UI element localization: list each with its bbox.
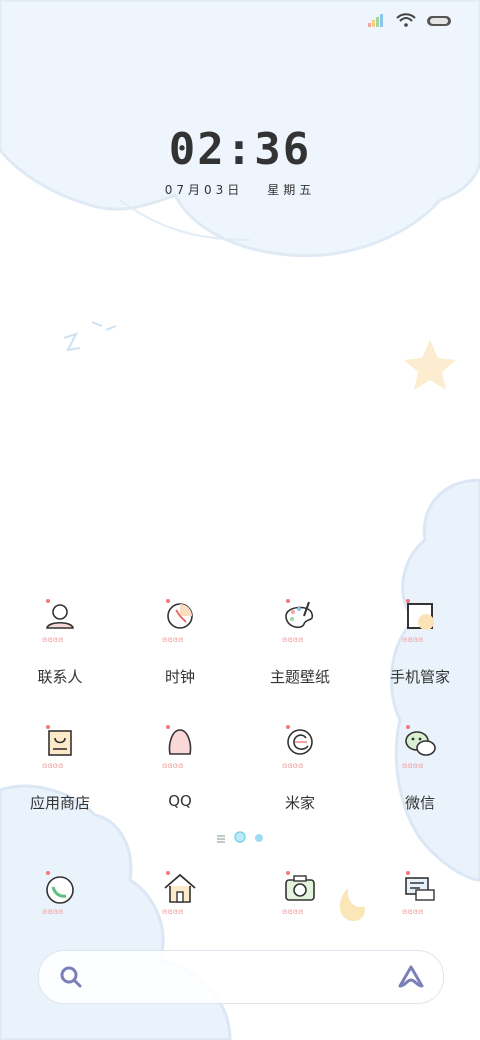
app-label: 手机管家 (389, 668, 450, 686)
page-dot (254, 828, 264, 847)
app-row-2: ɞɞɞɞ 应用商店 ɞɞɞɞ QQ ɞɞɞɞ 米家 ɞɞɞɞ 微信 (0, 724, 480, 834)
svg-text:ɞɞɞɞ: ɞɞɞɞ (42, 907, 63, 916)
dock-browser[interactable]: ɞɞɞɞ (120, 870, 240, 930)
svg-text:ɞɞɞɞ: ɞɞɞɞ (282, 635, 303, 644)
assistant-icon[interactable] (397, 964, 425, 994)
dock-phone[interactable]: ɞɞɞɞ (0, 870, 120, 930)
app-row-1: ɞɞɞɞ 联系人 ɞɞɞɞ 时钟 ɞɞɞɞ 主题壁纸 ɞɞɞɞ 手机管家 (0, 598, 480, 708)
browser-home-icon: ɞɞɞɞ (162, 871, 196, 916)
app-qq[interactable]: ɞɞɞɞ QQ (120, 724, 240, 834)
date-text: 07月03日 (164, 183, 244, 197)
svg-text:ɞɞɞɞ: ɞɞɞɞ (162, 761, 183, 770)
wechat-icon: ɞɞɞɞ (402, 725, 436, 770)
signal-icon (368, 12, 386, 31)
app-label: 联系人 (37, 668, 83, 686)
weekday-text: 星期五 (267, 183, 316, 197)
svg-text:ɞɞɞɞ: ɞɞɞɞ (42, 635, 63, 644)
svg-text:ɞɞɞɞ: ɞɞɞɞ (402, 761, 423, 770)
app-label: 时钟 (164, 668, 195, 686)
contacts-icon: ɞɞɞɞ (42, 599, 74, 644)
battery-icon (426, 12, 454, 31)
app-contacts[interactable]: ɞɞɞɞ 联系人 (0, 598, 120, 708)
status-bar (368, 12, 454, 30)
phone-icon: ɞɞɞɞ (42, 871, 74, 916)
app-clock[interactable]: ɞɞɞɞ 时钟 (120, 598, 240, 708)
app-themes[interactable]: ɞɞɞɞ 主题壁纸 (240, 598, 360, 708)
app-phone-manager[interactable]: ɞɞɞɞ 手机管家 (360, 598, 480, 708)
app-app-store[interactable]: ɞɞɞɞ 应用商店 (0, 724, 120, 834)
svg-text:ɞɞɞɞ: ɞɞɞɞ (162, 907, 183, 916)
lockscreen-date: 07月03日 星期五 (0, 181, 480, 198)
menu-lines-icon (216, 828, 226, 847)
app-label: 微信 (404, 794, 435, 812)
svg-text:ɞɞɞɞ: ɞɞɞɞ (42, 761, 63, 770)
app-label: 应用商店 (29, 794, 90, 812)
app-label: 主题壁纸 (269, 668, 330, 686)
app-label: QQ (168, 792, 192, 810)
mijia-icon: ɞɞɞɞ (282, 725, 313, 770)
svg-text:ɞɞɞɞ: ɞɞɞɞ (402, 907, 423, 916)
svg-text:ɞɞɞɞ: ɞɞɞɞ (162, 635, 183, 644)
wifi-icon (396, 12, 416, 31)
app-store-icon: ɞɞɞɞ (42, 725, 72, 770)
phone-manager-icon: ɞɞɞɞ (402, 599, 434, 644)
page-dot-active (234, 828, 246, 847)
app-label: 米家 (284, 794, 315, 812)
svg-text:ɞɞɞɞ: ɞɞɞɞ (282, 761, 303, 770)
svg-text:ɞɞɞɞ: ɞɞɞɞ (282, 907, 303, 916)
qq-icon: ɞɞɞɞ (162, 725, 192, 770)
dock-camera[interactable]: ɞɞɞɞ (240, 870, 360, 930)
clock-icon: ɞɞɞɞ (162, 599, 193, 644)
search-bar[interactable] (38, 950, 444, 1004)
dock: ɞɞɞɞ ɞɞɞɞ ɞɞɞɞ ɞɞɞɞ (0, 870, 480, 930)
svg-text:ɞɞɞɞ: ɞɞɞɞ (402, 635, 423, 644)
messages-icon: ɞɞɞɞ (402, 871, 435, 916)
theme-palette-icon: ɞɞɞɞ (282, 599, 314, 644)
camera-icon: ɞɞɞɞ (282, 871, 315, 916)
search-icon (59, 965, 83, 993)
lockscreen-clock[interactable]: 02:36 (0, 124, 480, 175)
app-mijia[interactable]: ɞɞɞɞ 米家 (240, 724, 360, 834)
page-indicator[interactable] (0, 828, 480, 847)
app-wechat[interactable]: ɞɞɞɞ 微信 (360, 724, 480, 834)
dock-messages[interactable]: ɞɞɞɞ (360, 870, 480, 930)
